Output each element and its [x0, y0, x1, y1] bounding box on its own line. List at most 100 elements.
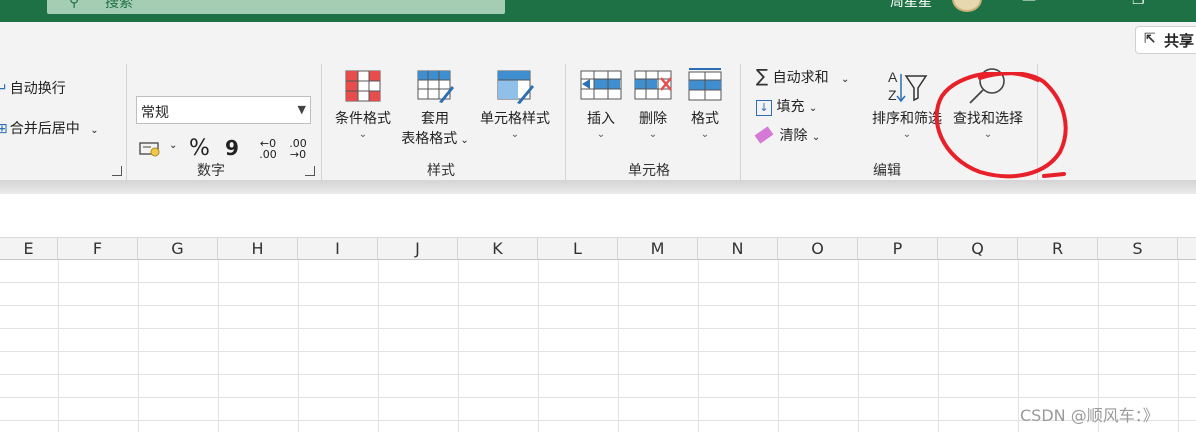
insert-button[interactable]: 插入 ⌄	[580, 108, 622, 140]
group-separator	[565, 64, 566, 194]
cell-styles-icon	[497, 70, 535, 108]
fill-button[interactable]: ↓ 填充 ⌄	[756, 96, 817, 116]
find-select-button[interactable]: 查找和选择 ⌄	[946, 108, 1030, 140]
chevron-down-icon: ⌄	[510, 129, 520, 140]
format-button[interactable]: 格式 ⌄	[684, 108, 726, 140]
svg-text:A: A	[888, 69, 898, 85]
editing-group-label: 编辑	[873, 163, 901, 179]
number-format-select[interactable]: 常规 ▼	[136, 96, 311, 124]
share-icon: ⇱	[1144, 31, 1156, 47]
format-as-table-button[interactable]: 套用 表格格式 ⌄	[395, 108, 475, 148]
chevron-down-icon: ⌄	[841, 74, 850, 85]
group-separator	[740, 64, 741, 194]
fill-label: 填充	[776, 99, 805, 115]
comma-style-button[interactable]: 9	[225, 136, 239, 160]
chevron-down-icon: ⌄	[457, 135, 469, 146]
formula-bar[interactable]	[0, 194, 1196, 238]
column-header-o[interactable]: O	[778, 238, 858, 260]
group-separator	[126, 64, 127, 194]
user-name[interactable]: 周星星	[890, 0, 932, 11]
chevron-down-icon: ⌄	[902, 129, 912, 140]
search-box[interactable]: ⚲ 搜索	[47, 0, 505, 14]
share-button[interactable]: ⇱ 共享	[1135, 26, 1196, 54]
watermark: CSDN @顺风车：》	[1020, 406, 1159, 425]
magnifier-icon	[966, 66, 1010, 110]
title-bar: ⚲ 搜索 周星星 — ❐	[0, 0, 1196, 22]
chevron-down-icon: ⌄	[596, 129, 606, 140]
cell-styles-button[interactable]: 单元格样式 ⌄	[474, 108, 556, 140]
column-header-r[interactable]: R	[1018, 238, 1098, 260]
insert-label: 插入	[587, 111, 615, 127]
chevron-down-icon: ⌄	[700, 129, 710, 140]
column-header-p[interactable]: P	[858, 238, 938, 260]
cell-styles-label: 单元格样式	[480, 111, 550, 127]
merge-center-button[interactable]: ⊞ 合并后居中 ⌄	[0, 118, 99, 138]
restore-icon[interactable]: ❐	[1132, 0, 1145, 8]
chevron-down-icon: ⌄	[983, 129, 993, 140]
column-header-i[interactable]: I	[298, 238, 378, 260]
delete-label: 删除	[639, 111, 667, 127]
number-group-label: 数字	[197, 163, 225, 179]
svg-text:Z: Z	[888, 87, 897, 103]
ribbon: ⇱ 共享 ↵ 自动换行 ⊞ 合并后居中 ⌄ 常规 ▼ ⌄ % 9 ←0 .00 .0…	[0, 22, 1196, 194]
conditional-format-label: 条件格式	[335, 111, 391, 127]
column-header-g[interactable]: G	[138, 238, 218, 260]
delete-button[interactable]: 删除 ⌄	[632, 108, 674, 140]
sort-filter-icon: A Z	[886, 68, 930, 108]
format-label: 格式	[691, 111, 719, 127]
number-launcher-icon[interactable]	[305, 166, 315, 176]
chevron-down-icon: ▼	[297, 103, 306, 116]
avatar[interactable]	[952, 0, 982, 12]
conditional-format-button[interactable]: 条件格式 ⌄	[330, 108, 396, 140]
autosum-button[interactable]: ∑ 自动求和 ⌄	[756, 66, 849, 87]
conditional-format-icon	[345, 70, 381, 106]
chevron-down-icon[interactable]: ⌄	[90, 125, 98, 136]
clear-label: 清除	[779, 128, 808, 144]
column-header-m[interactable]: M	[618, 238, 698, 260]
column-header-n[interactable]: N	[698, 238, 778, 260]
chevron-down-icon[interactable]: ⌄	[169, 140, 177, 151]
styles-group-label: 样式	[427, 163, 455, 179]
column-header-row: EFGHIJKLMNOPQRS	[0, 238, 1196, 260]
column-header-q[interactable]: Q	[938, 238, 1018, 260]
column-header-k[interactable]: K	[458, 238, 538, 260]
minimize-icon[interactable]: —	[1022, 0, 1036, 8]
format-table-label-2: 表格格式 ⌄	[395, 128, 475, 148]
alignment-launcher-icon[interactable]	[112, 166, 122, 176]
wrap-text-label: 自动换行	[9, 81, 66, 97]
column-header-s[interactable]: S	[1098, 238, 1178, 260]
fill-down-icon: ↓	[756, 100, 772, 116]
search-placeholder: 搜索	[105, 0, 133, 11]
column-header-e[interactable]: E	[0, 238, 58, 260]
percent-style-button[interactable]: %	[189, 136, 210, 161]
format-table-label-2-text: 表格格式	[401, 131, 458, 147]
wrap-text-button[interactable]: ↵ 自动换行	[0, 78, 66, 98]
find-select-label: 查找和选择	[953, 111, 1023, 127]
chevron-down-icon: ⌄	[358, 129, 368, 140]
column-header-j[interactable]: J	[378, 238, 458, 260]
chevron-down-icon: ⌄	[808, 103, 818, 114]
column-header-f[interactable]: F	[58, 238, 138, 260]
format-cells-icon	[687, 66, 723, 106]
cells-group-label: 单元格	[628, 163, 670, 179]
column-header-h[interactable]: H	[218, 238, 298, 260]
column-header-l[interactable]: L	[538, 238, 618, 260]
format-as-table-icon	[417, 70, 455, 108]
number-format-value: 常规	[141, 105, 169, 121]
search-icon: ⚲	[69, 0, 80, 10]
eraser-icon	[754, 126, 774, 144]
merge-center-label: 合并后居中	[9, 121, 80, 137]
accounting-format-icon[interactable]	[139, 140, 163, 162]
sigma-icon: ∑	[756, 66, 769, 87]
chevron-down-icon: ⌄	[648, 129, 658, 140]
clear-button[interactable]: 清除 ⌄	[754, 125, 821, 145]
cell-grid[interactable]	[0, 260, 1196, 432]
wrap-text-icon: ↵	[0, 81, 8, 97]
decrease-decimal-button[interactable]: .00 →0	[285, 138, 311, 160]
increase-decimal-button[interactable]: ←0 .00	[255, 138, 281, 160]
ribbon-shadow	[0, 180, 1196, 194]
sort-filter-button[interactable]: 排序和筛选 ⌄	[866, 108, 948, 140]
insert-cells-icon	[580, 70, 622, 106]
format-table-label-1: 套用	[421, 111, 449, 127]
chevron-down-icon: ⌄	[811, 132, 821, 143]
